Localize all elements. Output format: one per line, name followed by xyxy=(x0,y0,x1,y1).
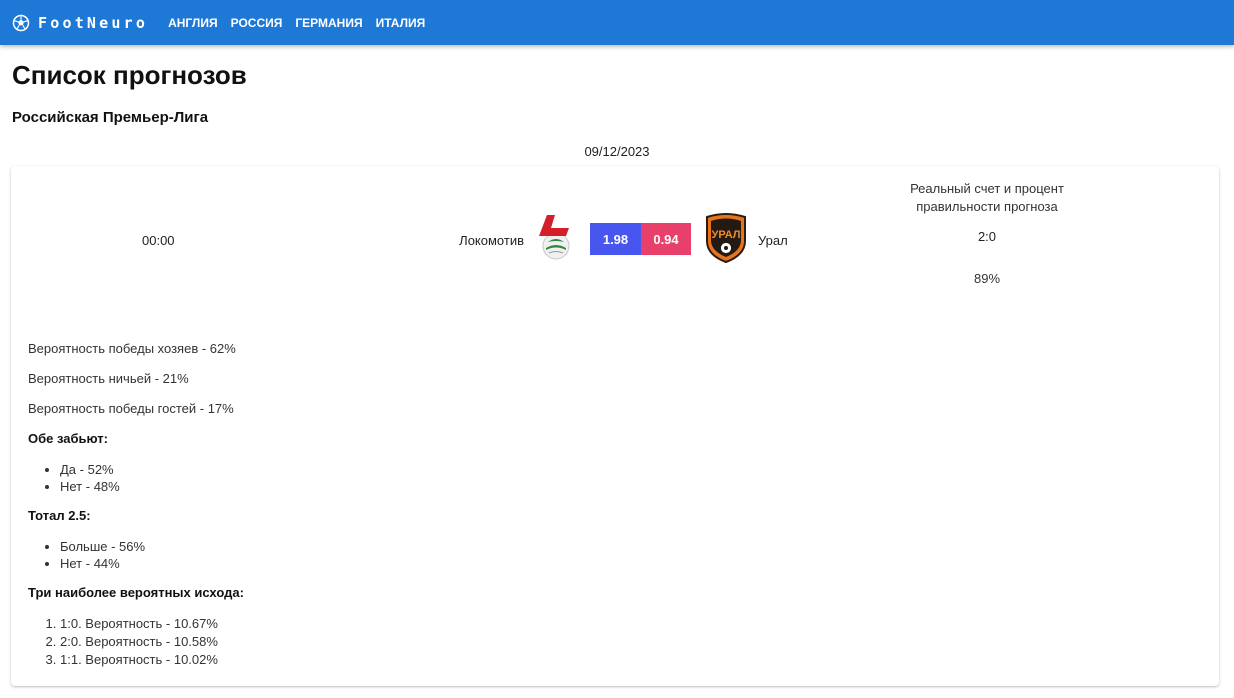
prediction-details: Вероятность победы хозяев - 62% Вероятно… xyxy=(28,341,244,669)
list-item: 1:0. Вероятность - 10.67% xyxy=(60,615,244,633)
page-title: Список прогнозов xyxy=(12,60,247,90)
match-time: 00:00 xyxy=(142,233,175,248)
soccer-ball-icon xyxy=(12,14,30,32)
league-title: Российская Премьер-Лига xyxy=(12,109,209,126)
draw-probability: Вероятность ничьей - 21% xyxy=(28,371,189,386)
home-team-logo-icon xyxy=(536,212,576,262)
top-outcomes-list: 1:0. Вероятность - 10.67% 2:0. Вероятнос… xyxy=(28,615,244,669)
total-title: Тотал 2.5: xyxy=(28,508,91,523)
nav-item-russia[interactable]: РОССИЯ xyxy=(231,16,283,30)
prediction-score: 1.98 0.94 xyxy=(590,223,691,255)
list-item: Нет - 44% xyxy=(60,555,244,572)
btts-title: Обе забьют: xyxy=(28,431,108,446)
btts-list: Да - 52% Нет - 48% xyxy=(28,461,244,495)
away-score: 0.94 xyxy=(641,223,691,255)
away-win-probability: Вероятность победы гостей - 17% xyxy=(28,401,234,416)
home-team-name: Локомотив xyxy=(459,233,524,248)
nav-menu: АНГЛИЯ РОССИЯ ГЕРМАНИЯ ИТАЛИЯ xyxy=(168,16,438,30)
away-team-logo-icon: УРАЛ xyxy=(703,211,749,264)
nav-item-england[interactable]: АНГЛИЯ xyxy=(168,16,218,30)
list-item: Больше - 56% xyxy=(60,538,244,555)
match-date: 09/12/2023 xyxy=(584,144,650,159)
prediction-accuracy: 89% xyxy=(973,271,1001,286)
real-score: 2:0 xyxy=(977,229,997,244)
home-win-probability: Вероятность победы хозяев - 62% xyxy=(28,341,236,356)
real-result-heading: Реальный счет и процент правильности про… xyxy=(910,181,1064,214)
away-team-name: Урал xyxy=(758,233,788,248)
brand[interactable]: FootNeuro xyxy=(12,14,148,32)
home-score: 1.98 xyxy=(590,223,641,255)
svg-text:УРАЛ: УРАЛ xyxy=(711,229,740,241)
brand-name: FootNeuro xyxy=(38,13,149,32)
prediction-card: 00:00 Локомотив 1.98 0.94 УРАЛ Урал Реал… xyxy=(11,166,1219,686)
list-item: Да - 52% xyxy=(60,461,244,478)
nav-item-germany[interactable]: ГЕРМАНИЯ xyxy=(295,16,362,30)
list-item: 1:1. Вероятность - 10.02% xyxy=(60,651,244,669)
list-item: 2:0. Вероятность - 10.58% xyxy=(60,633,244,651)
nav-item-italy[interactable]: ИТАЛИЯ xyxy=(376,16,426,30)
total-list: Больше - 56% Нет - 44% xyxy=(28,538,244,572)
app-bar: FootNeuro АНГЛИЯ РОССИЯ ГЕРМАНИЯ ИТАЛИЯ xyxy=(0,0,1234,45)
list-item: Нет - 48% xyxy=(60,478,244,495)
top-outcomes-title: Три наиболее вероятных исхода: xyxy=(28,585,244,600)
